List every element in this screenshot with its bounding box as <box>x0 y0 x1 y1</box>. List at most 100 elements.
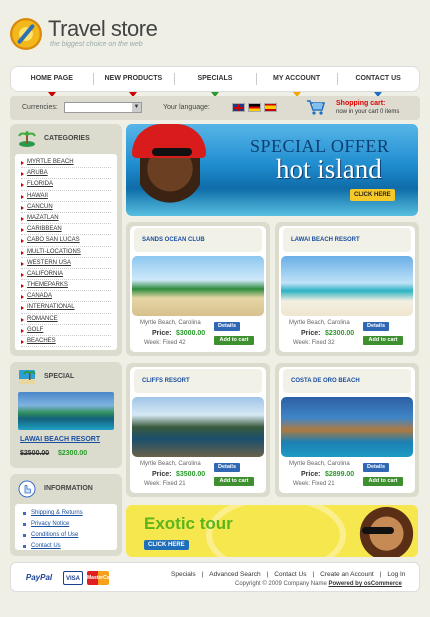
category-link[interactable]: BEACHES <box>21 336 111 348</box>
site-title[interactable]: Travel store <box>48 16 158 42</box>
category-link[interactable]: WESTERN USA <box>21 258 111 269</box>
flag-english-icon[interactable] <box>232 103 245 112</box>
banner-click-here-button[interactable]: CLICK HERE <box>144 540 189 550</box>
nav-home-page[interactable]: HOME PAGE <box>11 67 93 97</box>
details-button[interactable]: Details <box>363 463 389 472</box>
chevron-down-icon[interactable]: ▼ <box>132 103 141 112</box>
banner-click-here-button[interactable]: CLICK HERE <box>350 189 395 201</box>
powered-by-link[interactable]: Powered by osCommerce <box>328 581 401 587</box>
product-week: Week: Fixed 21 <box>144 481 186 487</box>
nav-specials[interactable]: SPECIALS <box>174 67 256 97</box>
shopping-cart-icon[interactable] <box>306 98 326 116</box>
details-button[interactable]: Details <box>363 322 389 331</box>
product-location: Myrtle Beach, Carolina <box>140 461 201 467</box>
special-new-price: $2300.00 <box>58 450 88 457</box>
add-to-cart-button[interactable]: Add to cart <box>363 336 403 345</box>
product-card: LAWAI BEACH RESORT Myrtle Beach, Carolin… <box>275 222 419 356</box>
nav-new-products[interactable]: NEW PRODUCTS <box>92 67 175 97</box>
category-link[interactable]: CANCUN <box>21 202 111 213</box>
price-label: Price: <box>301 471 321 478</box>
info-link-conditions[interactable]: Conditions of Use <box>23 530 109 541</box>
category-link[interactable]: HAWAII <box>21 191 111 202</box>
product-week: Week: Fixed 42 <box>144 340 186 346</box>
information-list: Shipping & Returns Privacy Notice Condit… <box>15 504 117 556</box>
special-product-link[interactable]: LAWAI BEACH RESORT <box>20 436 100 443</box>
category-link[interactable]: MYRTLE BEACH <box>21 157 111 169</box>
footer-link-contact-us[interactable]: Contact Us <box>274 571 306 578</box>
exotic-tour-banner[interactable]: Exotic tour CLICK HERE <box>126 505 418 557</box>
cart-status: now in your cart 0 items <box>336 109 400 115</box>
special-resort-image[interactable] <box>18 392 114 430</box>
product-name-link[interactable]: COSTA DE ORO BEACH <box>283 369 411 393</box>
nav-label: HOME PAGE <box>30 75 73 82</box>
price-label: Price: <box>301 330 321 337</box>
footer-link-create-account[interactable]: Create an Account <box>320 571 373 578</box>
details-button[interactable]: Details <box>214 322 240 331</box>
compass-logo-icon[interactable] <box>10 18 42 50</box>
visa-logo: VISA <box>63 571 83 585</box>
product-card: COSTA DE ORO BEACH Myrtle Beach, Carolin… <box>275 363 419 497</box>
special-old-price: $2500.00 <box>20 450 50 457</box>
banner-headline: Exotic tour <box>144 514 233 533</box>
information-title: INFORMATION <box>44 485 93 492</box>
currencies-label: Currencies: <box>22 104 58 111</box>
product-image[interactable] <box>281 256 413 316</box>
product-image[interactable] <box>281 397 413 457</box>
product-card: CLIFFS RESORT Myrtle Beach, Carolina Pri… <box>126 363 270 497</box>
add-to-cart-button[interactable]: Add to cart <box>214 336 254 345</box>
category-link[interactable]: CANADA <box>21 291 111 303</box>
category-link[interactable]: CALIFORNIA <box>21 269 111 281</box>
category-link[interactable]: FLORIDA <box>21 179 111 191</box>
category-link[interactable]: CABO SAN LUCAS <box>21 235 111 247</box>
info-link-shipping[interactable]: Shipping & Returns <box>23 508 109 519</box>
category-link[interactable]: MAZATLAN <box>21 213 111 225</box>
add-to-cart-button[interactable]: Add to cart <box>363 477 403 486</box>
category-link[interactable]: GOLF <box>21 325 111 336</box>
mastercard-logo: MasterCard <box>87 571 115 585</box>
product-image[interactable] <box>132 397 264 457</box>
flag-german-icon[interactable] <box>248 103 261 112</box>
main-nav: HOME PAGE NEW PRODUCTS SPECIALS MY ACCOU… <box>10 66 420 97</box>
info-link-privacy[interactable]: Privacy Notice <box>23 519 109 530</box>
product-price: $2899.00 <box>325 471 355 478</box>
toolbar: Currencies: ▼ Your language: Shopping ca… <box>10 96 420 120</box>
flag-spanish-icon[interactable] <box>264 103 277 112</box>
category-link[interactable]: THEMEPARKS <box>21 280 111 292</box>
site-tagline: the biggest choice on the web <box>50 41 143 48</box>
copyright: Copyright © 2009 Company Name Powered by… <box>235 581 402 587</box>
paypal-logo: PayPal <box>25 573 53 582</box>
nav-label: SPECIALS <box>197 75 233 82</box>
product-image[interactable] <box>132 256 264 316</box>
cart-title[interactable]: Shopping cart: <box>336 100 385 107</box>
category-link[interactable]: INTERNATIONAL <box>21 302 111 314</box>
footer-link-log-in[interactable]: Log In <box>387 571 405 578</box>
footer-link-advanced-search[interactable]: Advanced Search <box>209 571 260 578</box>
information-box: INFORMATION Shipping & Returns Privacy N… <box>10 474 122 556</box>
footer-link-specials[interactable]: Specials <box>171 571 196 578</box>
hand-pointer-icon <box>18 480 36 498</box>
category-link[interactable]: CARIBBEAN <box>21 224 111 236</box>
product-location: Myrtle Beach, Carolina <box>140 320 201 326</box>
currency-select[interactable]: ▼ <box>64 102 142 113</box>
nav-contact-us[interactable]: CONTACT US <box>337 67 419 97</box>
product-week: Week: Fixed 21 <box>293 481 335 487</box>
add-to-cart-button[interactable]: Add to cart <box>214 477 254 486</box>
nav-my-account[interactable]: MY ACCOUNT <box>255 67 338 97</box>
categories-title: CATEGORIES <box>44 135 90 142</box>
category-link[interactable]: ARUBA <box>21 168 111 180</box>
info-link-contact[interactable]: Contact Us <box>23 541 109 552</box>
category-link[interactable]: ROMANCE <box>21 314 111 325</box>
special-title: SPECIAL <box>44 373 75 380</box>
product-name-link[interactable]: SANDS OCEAN CLUB <box>134 228 262 252</box>
product-price: $3000.00 <box>176 330 206 337</box>
product-name-link[interactable]: LAWAI BEACH RESORT <box>283 228 411 252</box>
product-card: SANDS OCEAN CLUB Myrtle Beach, Carolina … <box>126 222 270 356</box>
details-button[interactable]: Details <box>214 463 240 472</box>
price-label: Price: <box>152 471 172 478</box>
special-offer-banner[interactable]: SPECIAL OFFER hot island CLICK HERE <box>126 124 418 216</box>
nav-label: MY ACCOUNT <box>273 75 321 82</box>
footer: PayPal VISA MasterCard Specials | Advance… <box>10 562 420 592</box>
language-label: Your language: <box>163 104 210 111</box>
product-name-link[interactable]: CLIFFS RESORT <box>134 369 262 393</box>
category-link[interactable]: MULTI-LOCATIONS <box>21 247 111 258</box>
